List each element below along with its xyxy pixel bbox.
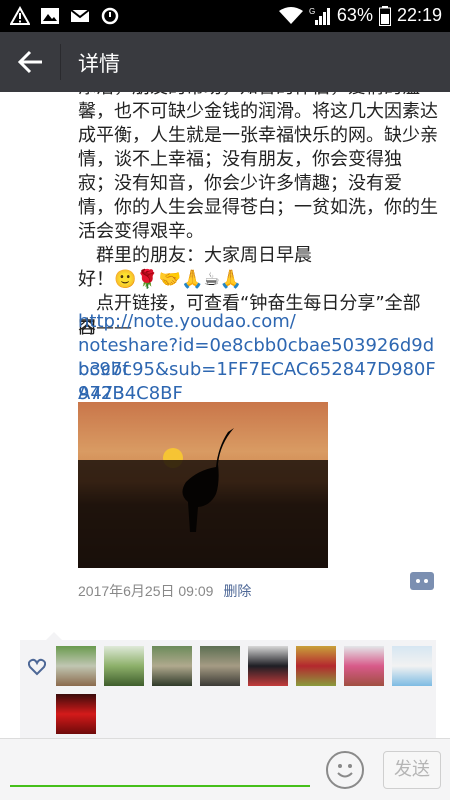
heart-icon xyxy=(28,658,46,676)
avatar-2[interactable] xyxy=(104,646,144,686)
emoji-button[interactable] xyxy=(326,751,364,789)
avatar-4[interactable] xyxy=(200,646,240,686)
avatar-5[interactable] xyxy=(248,646,288,686)
clock: 22:19 xyxy=(396,5,442,25)
send-button[interactable]: 发送 xyxy=(383,751,441,789)
gallery-icon xyxy=(41,8,59,24)
post-text-line: 添活，朋友的帮助，知音的伴侣，爱情的温 xyxy=(78,92,438,100)
delete-button[interactable]: 删除 xyxy=(223,583,251,599)
post-timestamp: 2017年6月25日 09:09 xyxy=(78,583,214,599)
post-text-line: 成平衡，人生就是一张幸福快乐的网。缺少亲 xyxy=(78,125,438,146)
battery-percent: 63% xyxy=(336,5,373,25)
battery-icon xyxy=(378,5,391,26)
avatar-8[interactable] xyxy=(392,646,432,686)
comment-button[interactable] xyxy=(410,572,434,590)
signal-icon: G xyxy=(309,7,330,25)
page-title: 详情 xyxy=(78,52,120,76)
warning-icon xyxy=(10,6,30,25)
post-text-line: 情，你的人生会显得苍白；一贫如洗，你的生 xyxy=(78,197,438,218)
smiley-icon xyxy=(337,764,353,778)
post-text-line: 好！🙂🌹🤝🙏☕🙏 xyxy=(78,269,243,290)
post-meta: 2017年6月25日 09:09 删除 xyxy=(78,581,251,601)
crane-sunset-image xyxy=(78,428,328,568)
post-text-line: 群里的朋友：大家周日早晨 xyxy=(78,245,312,266)
sync-icon xyxy=(101,7,119,25)
avatar-9[interactable] xyxy=(56,694,96,734)
comment-input-bar: 发送 xyxy=(0,738,450,800)
title-divider xyxy=(60,44,61,80)
title-bar: 详情 xyxy=(0,32,450,92)
network-type: G xyxy=(309,7,315,16)
post-text-line: 馨，也不可缺少金钱的润滑。将这几大因素达 xyxy=(78,101,438,122)
comment-input[interactable] xyxy=(10,785,310,787)
post-detail[interactable]: 添活，朋友的帮助，知音的伴侣，爱情的温 馨，也不可缺少金钱的润滑。将这几大因素达… xyxy=(0,92,450,738)
avatar-3[interactable] xyxy=(152,646,192,686)
status-bar: G 63% 22:19 xyxy=(0,0,450,32)
system-status: G 63% 22:19 xyxy=(278,5,442,26)
wifi-icon xyxy=(278,6,303,24)
avatar-7[interactable] xyxy=(344,646,384,686)
post-text-line: 寂；没有知音，你会少许多情趣；没有爱 xyxy=(78,173,402,194)
likes-panel xyxy=(20,632,436,738)
likes-pointer xyxy=(46,632,62,640)
share-link-line[interactable]: http://note.youdao.com/ xyxy=(78,310,438,334)
notification-icons xyxy=(10,6,120,26)
avatar-1[interactable] xyxy=(56,646,96,686)
avatar-6[interactable] xyxy=(296,646,336,686)
back-arrow-icon[interactable] xyxy=(16,48,44,76)
post-text-line: 活会变得艰辛。 xyxy=(78,221,204,242)
post-photo[interactable] xyxy=(78,402,328,568)
comment-icon xyxy=(416,579,428,583)
post-text-line: 情，谈不上幸福；没有朋友，你会变得独 xyxy=(78,149,402,170)
mail-icon xyxy=(70,9,90,22)
